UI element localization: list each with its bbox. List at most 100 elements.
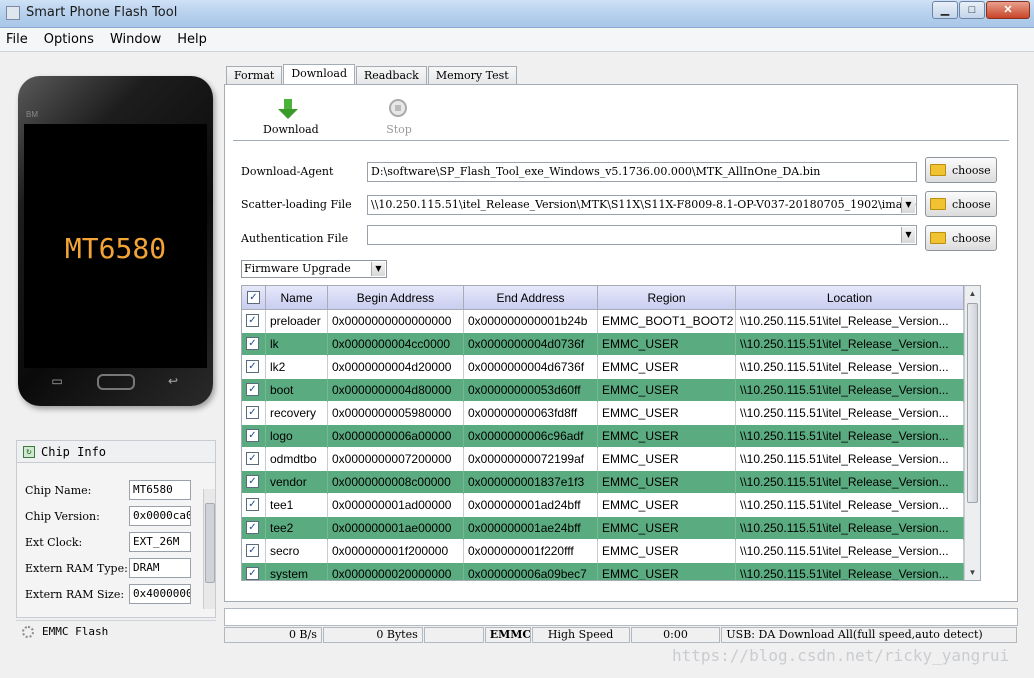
chip-info-scroll-thumb[interactable] [205, 503, 215, 583]
table-row[interactable]: ✓ recovery 0x0000000005980000 0x00000000063… [242, 402, 964, 425]
row-checkbox-cell: ✓ [242, 540, 266, 563]
row-checkbox[interactable]: ✓ [246, 360, 259, 374]
row-checkbox[interactable]: ✓ [246, 429, 259, 443]
ram-type-value[interactable]: DRAM [129, 558, 191, 578]
choose-label: choose [952, 163, 991, 177]
cell-begin-address: 0x0000000004d80000 [328, 379, 464, 402]
table-scroll-thumb[interactable] [967, 303, 978, 503]
table-row[interactable]: ✓ boot 0x0000000004d80000 0x00000000053d60f… [242, 379, 964, 402]
cell-location: \\10.250.115.51\itel_Release_Version... [736, 425, 964, 448]
folder-icon [930, 164, 946, 176]
table-row[interactable]: ✓ secro 0x000000001f200000 0x000000001f220f… [242, 540, 964, 563]
folder-icon [930, 198, 946, 210]
tab-memory-test[interactable]: Memory Test [427, 66, 517, 85]
gear-icon [22, 625, 34, 638]
table-row[interactable]: ✓ tee2 0x000000001ae00000 0x000000001ae24bf… [242, 517, 964, 540]
row-checkbox-cell: ✓ [242, 494, 266, 517]
auth-file-combo[interactable]: ▼ [367, 225, 917, 245]
menu-file[interactable]: File [6, 32, 28, 47]
cell-name: preloader [266, 310, 328, 333]
cell-location: \\10.250.115.51\itel_Release_Version... [736, 402, 964, 425]
row-checkbox[interactable]: ✓ [246, 406, 259, 420]
ram-size-row: Extern RAM Size: 0x40000000 [25, 583, 191, 605]
cell-name: boot [266, 379, 328, 402]
ram-type-row: Extern RAM Type: DRAM [25, 557, 191, 579]
maximize-button[interactable]: □ [959, 1, 985, 19]
row-checkbox[interactable]: ✓ [246, 383, 259, 397]
ext-clock-row: Ext Clock: EXT_26M [25, 531, 191, 553]
download-arrow-icon [278, 99, 298, 119]
row-checkbox[interactable]: ✓ [246, 498, 259, 512]
row-checkbox[interactable]: ✓ [246, 567, 259, 580]
scroll-down-icon[interactable]: ▼ [965, 565, 980, 580]
table-row[interactable]: ✓ odmdtbo 0x0000000007200000 0x000000000721… [242, 448, 964, 471]
chip-info-scrollbar[interactable] [203, 489, 215, 609]
firmware-mode-select[interactable]: Firmware Upgrade ▼ [241, 260, 387, 278]
chip-name-value[interactable]: MT6580 [129, 480, 191, 500]
scroll-up-icon[interactable]: ▲ [965, 286, 980, 301]
menu-window[interactable]: Window [110, 32, 161, 47]
table-row[interactable]: ✓ logo 0x0000000006a00000 0x0000000006c96ad… [242, 425, 964, 448]
table-row[interactable]: ✓ preloader 0x0000000000000000 0x0000000000… [242, 310, 964, 333]
cell-location: \\10.250.115.51\itel_Release_Version... [736, 356, 964, 379]
menu-help[interactable]: Help [177, 32, 207, 47]
tab-format[interactable]: Format [226, 66, 283, 85]
row-checkbox[interactable]: ✓ [246, 475, 259, 489]
row-checkbox[interactable]: ✓ [246, 337, 259, 351]
row-checkbox[interactable]: ✓ [246, 544, 259, 558]
table-row[interactable]: ✓ vendor 0x0000000008c00000 0x000000001837e… [242, 471, 964, 494]
chevron-down-icon[interactable]: ▼ [901, 227, 915, 243]
table-row[interactable]: ✓ lk 0x0000000004cc0000 0x0000000004d0736f E… [242, 333, 964, 356]
tab-readback[interactable]: Readback [356, 66, 427, 85]
table-row[interactable]: ✓ tee1 0x000000001ad00000 0x000000001ad24bf… [242, 494, 964, 517]
emmc-flash-section[interactable]: EMMC Flash [16, 620, 216, 642]
cell-region: EMMC_USER [598, 333, 736, 356]
cell-region: EMMC_USER [598, 471, 736, 494]
cell-end-address: 0x000000001ad24bff [464, 494, 598, 517]
table-scrollbar[interactable]: ▲ ▼ [964, 286, 980, 580]
auth-file-choose-button[interactable]: choose [925, 225, 997, 251]
tab-bar: Format Download Readback Memory Test [226, 64, 518, 85]
close-button[interactable]: ✕ [986, 1, 1030, 19]
chip-info-icon: ↻ [23, 445, 35, 458]
menu-options[interactable]: Options [44, 32, 94, 47]
chip-version-row: Chip Version: 0x0000ca00 [25, 505, 191, 527]
chevron-down-icon[interactable]: ▼ [901, 197, 915, 213]
progress-bar [224, 608, 1018, 626]
cell-begin-address: 0x000000001ad00000 [328, 494, 464, 517]
table-row[interactable]: ✓ lk2 0x0000000004d20000 0x0000000004d6736f… [242, 356, 964, 379]
cell-name: odmdtbo [266, 448, 328, 471]
stop-button-label: Stop [386, 123, 412, 136]
download-agent-choose-button[interactable]: choose [925, 157, 997, 183]
select-all-checkbox[interactable]: ✓ [247, 291, 260, 305]
window-controls: ▁ □ ✕ [931, 1, 1030, 19]
download-panel: Download Stop Download-Agent D:\software… [224, 84, 1018, 602]
chip-version-value[interactable]: 0x0000ca00 [129, 506, 191, 526]
scatter-file-label: Scatter-loading File [241, 198, 352, 211]
chip-info-title: Chip Info [41, 444, 107, 459]
minimize-button[interactable]: ▁ [932, 1, 958, 19]
scatter-file-choose-button[interactable]: choose [925, 191, 997, 217]
download-button[interactable]: Download [263, 99, 319, 136]
row-checkbox[interactable]: ✓ [246, 452, 259, 466]
row-checkbox[interactable]: ✓ [246, 521, 259, 535]
row-checkbox[interactable]: ✓ [246, 314, 259, 328]
download-agent-input[interactable]: D:\software\SP_Flash_Tool_exe_Windows_v5… [367, 162, 917, 182]
chip-info-header[interactable]: ↻ Chip Info [17, 441, 215, 463]
cell-end-address: 0x0000000004d0736f [464, 333, 598, 356]
tab-download[interactable]: Download [283, 64, 356, 85]
chevron-down-icon[interactable]: ▼ [371, 262, 385, 276]
ram-size-value[interactable]: 0x40000000 [129, 584, 191, 604]
cell-end-address: 0x000000001837e1f3 [464, 471, 598, 494]
row-checkbox-cell: ✓ [242, 310, 266, 333]
row-checkbox-cell: ✓ [242, 379, 266, 402]
scatter-file-combo[interactable]: \\10.250.115.51\itel_Release_Version\MTK… [367, 195, 917, 215]
table-row[interactable]: ✓ system 0x0000000020000000 0x000000006a09b… [242, 563, 964, 580]
phone-menu-icon: ▭ [51, 374, 63, 388]
row-checkbox-cell: ✓ [242, 471, 266, 494]
row-checkbox-cell: ✓ [242, 448, 266, 471]
ext-clock-value[interactable]: EXT_26M [129, 532, 191, 552]
stop-button[interactable]: Stop [379, 99, 419, 136]
row-checkbox-cell: ✓ [242, 517, 266, 540]
status-speed: 0 B/s [224, 627, 322, 643]
